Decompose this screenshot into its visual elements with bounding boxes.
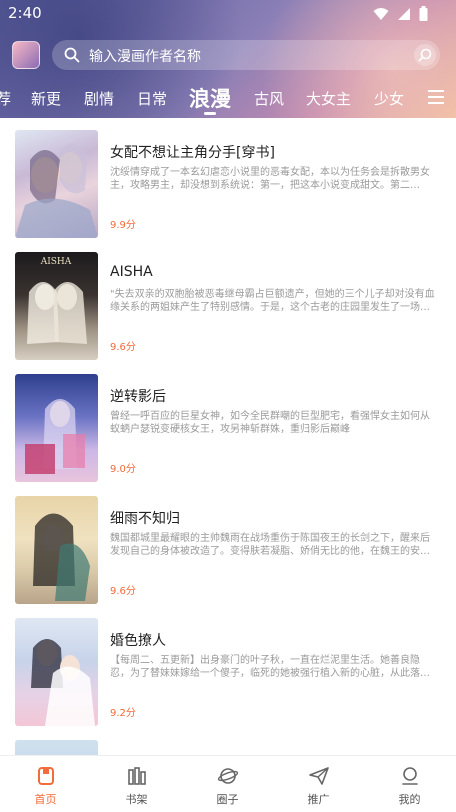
comic-description: 【每周二、五更新】出身豪门的叶子秋，一直在烂泥里生活。她善良隐忍，为了替妹妹嫁给… [110,655,430,679]
comic-title: 女配不想让主角分手[穿书] [110,145,275,161]
comic-title: 细雨不知归 [110,511,180,527]
comic-score: 9.9分 [110,220,136,231]
paper-plane-icon [309,767,329,785]
header: 2:40 输入漫画作者名称 荐 新更 剧情 日常 浪漫 古风 大女主 少女 [0,0,456,118]
active-tab-indicator [204,112,216,115]
nav-label: 书架 [125,793,148,806]
comic-description: 曾经一呼百应的巨星女神，如今全民群嘲的巨型肥宅，看强悍女主如何从蚁蛃户瑟锐变硬核… [110,411,430,435]
comic-title: 婚色撩人 [110,633,166,649]
list-item[interactable]: AISHA AISHA "失去双亲的双胞胎被恶毒继母霸占巨额遗产，但她的三个儿子… [0,240,456,360]
comic-score: 9.2分 [110,708,136,719]
nav-profile[interactable]: 我的 [364,756,455,812]
tab-heroine[interactable]: 大女主 [306,88,351,109]
search-icon [64,47,80,63]
nav-label: 首页 [34,793,57,806]
nav-promote[interactable]: 推广 [273,756,364,812]
search-icon [418,48,432,62]
nav-label: 推广 [307,793,330,806]
comic-cover [15,618,98,726]
tab-romance[interactable]: 浪漫 [189,83,231,113]
comic-cover [15,374,98,482]
status-bar: 2:40 [0,0,456,28]
home-icon [38,767,54,785]
battery-icon [419,6,428,21]
tab-daily[interactable]: 日常 [137,88,167,109]
nav-label: 圈子 [216,793,239,806]
tab-new-update[interactable]: 新更 [31,88,61,109]
list-item[interactable]: 婚色撩人 【每周二、五更新】出身豪门的叶子秋，一直在烂泥里生活。她善良隐忍，为了… [0,606,456,726]
list-item[interactable]: 逆转影后 曾经一呼百应的巨星女神，如今全民群嘲的巨型肥宅，看强悍女主如何从蚁蛃户… [0,362,456,482]
nav-bookshelf[interactable]: 书架 [91,756,182,812]
wifi-icon [373,7,389,20]
bottom-navigation: 首页 书架 圈子 推广 我的 [0,755,456,812]
menu-icon[interactable] [428,90,444,104]
comic-description: "失去双亲的双胞胎被恶毒继母霸占巨额遗产，但她的三个儿子却对没有血缘关系的两姐妹… [110,289,435,313]
comic-cover [15,130,98,238]
bookshelf-icon [128,767,146,785]
list-item[interactable]: 女配不想让主角分手[穿书] 沈绥情穿成了一本玄幻虐恋小说里的恶毒女配，本以为任务… [0,118,456,238]
tab-ancient[interactable]: 古风 [254,88,284,109]
comic-description: 沈绥情穿成了一本玄幻虐恋小说里的恶毒女配，本以为任务会是拆散男女主，攻略男主，却… [110,167,430,191]
nav-circle[interactable]: 圈子 [182,756,273,812]
category-tabs: 荐 新更 剧情 日常 浪漫 古风 大女主 少女 [0,80,456,118]
list-item[interactable]: 细雨不知归 魏国都城里最耀眼的主帅魏雨在战场重伤于陈国夜王的长剑之下，醒来后发现… [0,484,456,604]
search-placeholder: 输入漫画作者名称 [89,49,201,65]
nav-home[interactable]: 首页 [0,756,91,812]
planet-icon [218,768,238,784]
signal-icon [398,7,410,20]
tab-recommend[interactable]: 荐 [0,88,11,109]
comic-score: 9.6分 [110,586,136,597]
search-bar[interactable]: 输入漫画作者名称 [52,40,440,70]
comic-cover: AISHA [15,252,98,360]
comic-cover [15,496,98,604]
tab-plot[interactable]: 剧情 [84,88,114,109]
comic-score: 9.6分 [110,342,136,353]
comic-description: 魏国都城里最耀眼的主帅魏雨在战场重伤于陈国夜王的长剑之下，醒来后发现自己的身体被… [110,533,430,557]
tab-girl[interactable]: 少女 [374,88,404,109]
comic-title: AISHA [110,264,153,280]
list-item[interactable] [0,728,456,755]
search-submit-button[interactable] [414,44,436,66]
svg-text:AISHA: AISHA [40,257,72,267]
comic-score: 9.0分 [110,464,136,475]
nav-label: 我的 [398,793,421,806]
avatar[interactable] [12,41,40,69]
comic-list: 女配不想让主角分手[穿书] 沈绥情穿成了一本玄幻虐恋小说里的恶毒女配，本以为任务… [0,118,456,755]
status-time: 2:40 [8,4,42,22]
comic-cover [15,740,98,755]
profile-icon [402,767,418,785]
comic-title: 逆转影后 [110,389,166,405]
